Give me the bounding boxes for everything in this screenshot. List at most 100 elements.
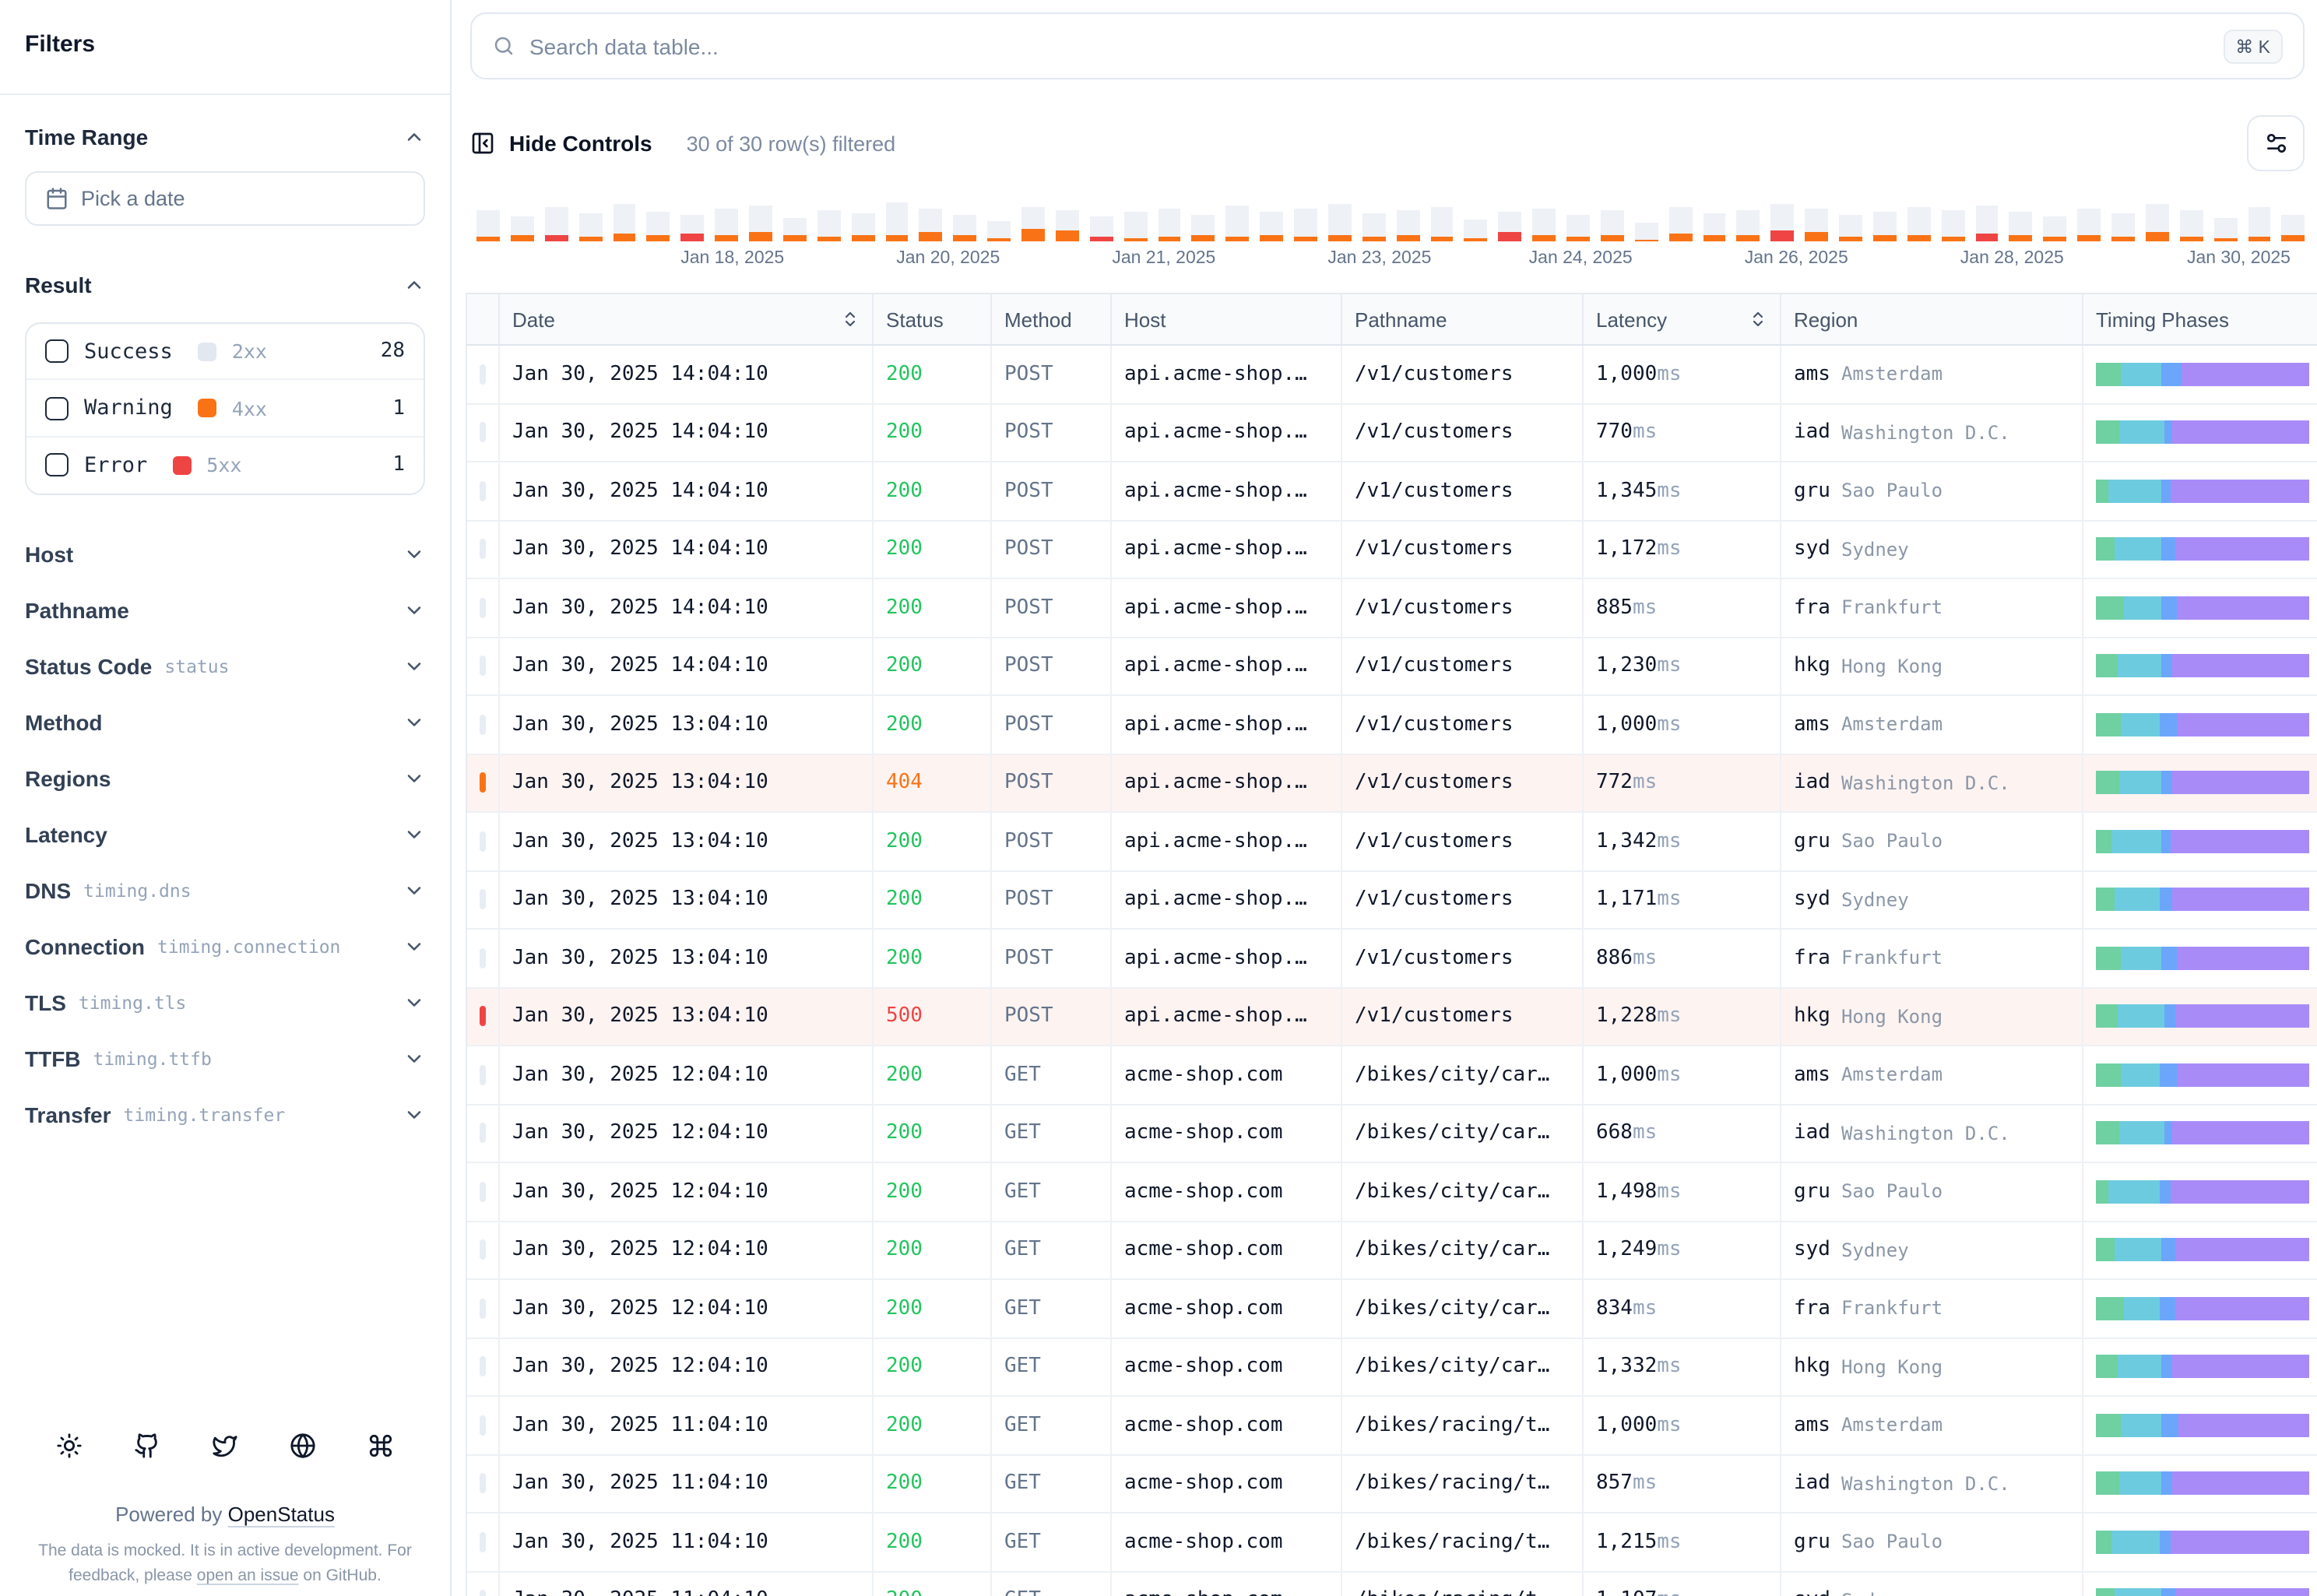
table-row[interactable]: Jan 30, 2025 11:04:10200GETacme-shop.com… [466, 1572, 2317, 1596]
table-row[interactable]: Jan 30, 2025 12:04:10 200 GET acme-shop.com… [466, 1222, 2317, 1280]
cell-select[interactable] [467, 813, 500, 871]
histogram-bar-9[interactable] [749, 193, 772, 241]
histogram-bar-32[interactable] [1532, 193, 1556, 241]
row-status-indicator[interactable] [480, 1356, 486, 1377]
histogram-bar-50[interactable] [2145, 193, 2169, 241]
table-row[interactable]: Jan 30, 2025 13:04:10 200 POST api.acme-sho… [466, 696, 2317, 754]
histogram-bar-35[interactable] [1634, 193, 1658, 241]
table-row[interactable]: Jan 30, 2025 12:04:10 200 GET acme-shop.com… [466, 1163, 2317, 1222]
timing-phases-bar[interactable] [2096, 1413, 2309, 1437]
row-status-indicator[interactable] [480, 714, 486, 735]
histogram-bar-22[interactable] [1191, 193, 1215, 241]
histogram-bar-7[interactable] [680, 193, 705, 241]
histogram-bar-31[interactable] [1498, 193, 1522, 241]
histogram-bar-46[interactable] [2009, 193, 2033, 241]
histogram-bar-1[interactable] [476, 193, 500, 241]
histogram-bar-12[interactable] [851, 193, 874, 241]
twitter-icon[interactable] [209, 1429, 241, 1462]
time-range-section-header[interactable]: Time Range [25, 115, 425, 159]
table-row[interactable]: Jan 30, 2025 13:04:10 200 POST api.acme-sho… [466, 871, 2317, 930]
histogram-bar-18[interactable] [1055, 193, 1079, 241]
timing-phases-bar[interactable] [2096, 712, 2309, 736]
cell-select[interactable] [467, 1397, 500, 1455]
timing-phases-bar[interactable] [2096, 1004, 2309, 1028]
sidebar-item-latency[interactable]: Latency [0, 807, 450, 863]
histogram-bar-39[interactable] [1770, 193, 1795, 241]
sidebar-item-regions[interactable]: Regions [0, 751, 450, 807]
timing-phases-bar[interactable] [2096, 1063, 2309, 1087]
cell-select[interactable] [467, 1513, 500, 1572]
timing-phases-bar[interactable] [2096, 362, 2309, 386]
row-status-indicator[interactable] [480, 539, 486, 560]
timing-phases-bar[interactable] [2096, 1238, 2309, 1262]
row-status-indicator[interactable] [480, 889, 486, 910]
sidebar-item-pathname[interactable]: Pathname [0, 582, 450, 638]
histogram-bar-54[interactable] [2281, 193, 2305, 241]
timing-phases-bar[interactable] [2096, 1588, 2309, 1596]
histogram-bar-19[interactable] [1089, 193, 1113, 241]
row-status-indicator[interactable] [480, 1298, 486, 1319]
cell-select[interactable] [467, 1338, 500, 1397]
histogram-bar-34[interactable] [1600, 193, 1624, 241]
timing-phases-bar[interactable] [2096, 1471, 2309, 1496]
histogram-bar-2[interactable] [510, 193, 534, 241]
histogram-bar-45[interactable] [1975, 193, 1999, 241]
histogram-bar-37[interactable] [1703, 193, 1726, 241]
histogram-bar-47[interactable] [2043, 193, 2067, 241]
open-issue-link[interactable]: open an issue [197, 1566, 299, 1585]
cell-select[interactable] [467, 521, 500, 579]
table-row[interactable]: Jan 30, 2025 13:04:10 500 POST api.acme-sho… [466, 988, 2317, 1046]
row-status-indicator[interactable] [480, 831, 486, 852]
row-status-indicator[interactable] [480, 1590, 486, 1596]
result-section-header[interactable]: Result [25, 263, 425, 307]
histogram-bar-17[interactable] [1021, 193, 1045, 241]
row-status-indicator[interactable] [480, 947, 486, 968]
histogram-bar-13[interactable] [885, 193, 909, 241]
row-status-indicator[interactable] [480, 480, 486, 501]
histogram-bar-52[interactable] [2213, 193, 2237, 241]
table-row[interactable]: Jan 30, 2025 14:04:10 200 POST api.acme-sho… [466, 404, 2317, 462]
globe-icon[interactable] [287, 1429, 319, 1462]
histogram-bar-23[interactable] [1225, 193, 1250, 241]
table-row[interactable]: Jan 30, 2025 13:04:10 404 POST api.acme-sho… [466, 754, 2317, 813]
sort-icon[interactable] [1749, 310, 1767, 329]
row-status-indicator[interactable] [480, 1415, 486, 1436]
cell-select[interactable] [467, 1105, 500, 1163]
timing-phases-bar[interactable] [2096, 537, 2309, 561]
histogram-bar-16[interactable] [987, 193, 1011, 241]
histogram-bar-20[interactable] [1123, 193, 1147, 241]
cell-select[interactable] [467, 1222, 500, 1280]
histogram-bar-27[interactable] [1362, 193, 1386, 241]
histogram-bar-42[interactable] [1872, 193, 1897, 241]
histogram-bar-14[interactable] [919, 193, 943, 241]
command-icon[interactable] [364, 1429, 397, 1462]
hide-controls-button[interactable]: Hide Controls [470, 125, 662, 162]
cell-select[interactable] [467, 404, 500, 462]
cell-select[interactable] [467, 696, 500, 754]
histogram-bar-24[interactable] [1260, 193, 1283, 241]
histogram-bar-30[interactable] [1464, 193, 1488, 241]
cell-select[interactable] [467, 1163, 500, 1222]
sidebar-item-tls[interactable]: TLS timing.tls [0, 975, 450, 1031]
cell-select[interactable] [467, 1572, 500, 1596]
column-header-latency[interactable]: Latency [1584, 294, 1781, 344]
histogram-bar-51[interactable] [2179, 193, 2203, 241]
date-picker-input[interactable]: Pick a date [25, 171, 425, 226]
row-status-indicator[interactable] [480, 1531, 486, 1552]
timing-phases-bar[interactable] [2096, 1530, 2309, 1554]
checkbox[interactable] [45, 396, 69, 420]
row-status-indicator[interactable] [480, 1239, 486, 1260]
view-options-button[interactable] [2247, 115, 2305, 171]
sun-icon[interactable] [53, 1429, 86, 1462]
result-option-success[interactable]: Success 2xx 28 [26, 324, 424, 381]
timing-phases-bar[interactable] [2096, 1179, 2309, 1204]
row-status-indicator[interactable] [480, 1181, 486, 1202]
histogram-bar-21[interactable] [1158, 193, 1181, 241]
table-row[interactable]: Jan 30, 2025 13:04:10 200 POST api.acme-sho… [466, 930, 2317, 988]
histogram-bar-3[interactable] [544, 193, 568, 241]
cell-select[interactable] [467, 871, 500, 930]
cell-select[interactable] [467, 754, 500, 813]
cell-select[interactable] [467, 346, 500, 404]
histogram-bar-41[interactable] [1839, 193, 1862, 241]
table-row[interactable]: Jan 30, 2025 11:04:10200GETacme-shop.com… [466, 1397, 2317, 1455]
